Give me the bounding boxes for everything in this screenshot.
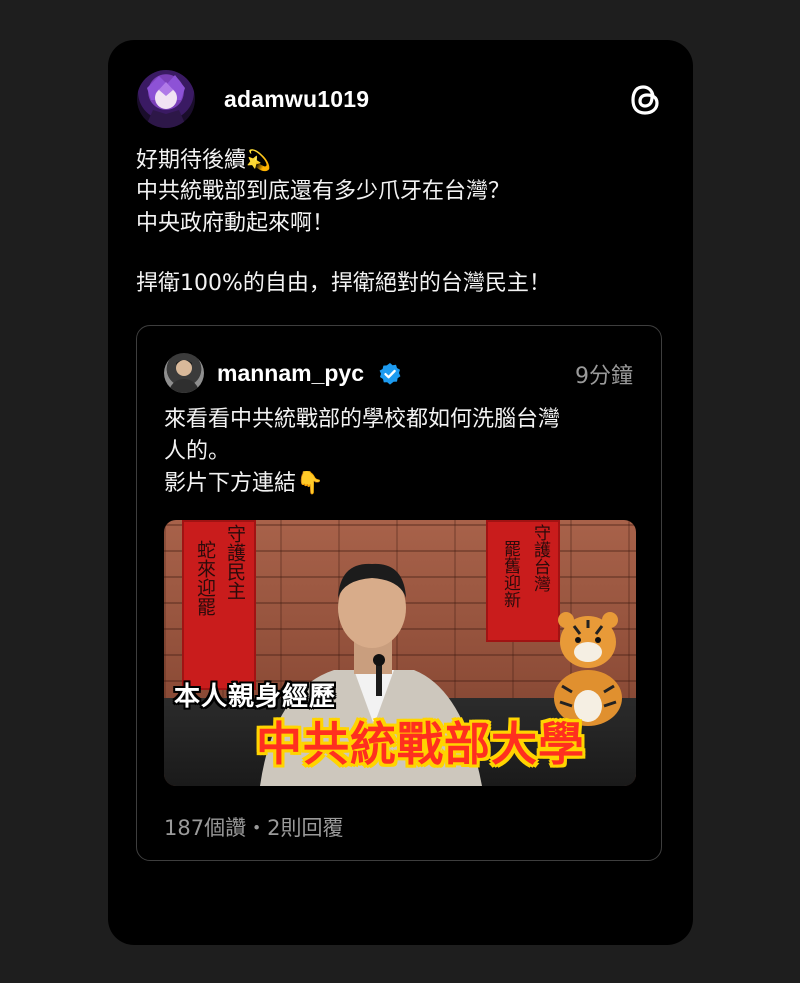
quoted-post-body: 來看看中共統戰部的學校都如何洗腦台灣 人的。 影片下方連結👇 bbox=[164, 404, 634, 500]
pointing-down-emoji-icon: 👇 bbox=[296, 471, 324, 496]
quoted-timestamp: 9分鐘 bbox=[575, 364, 633, 389]
verified-badge-icon bbox=[379, 363, 401, 385]
quoted-post[interactable]: mannam_pyc 9分鐘 來看看中共統戰部的學校都如何洗腦台灣 人的。 影片… bbox=[136, 325, 662, 861]
quoted-line: 來看看中共統戰部的學校都如何洗腦台灣 bbox=[164, 407, 561, 432]
video-thumbnail[interactable]: 守護民主 蛇來迎罷 守護台灣 罷舊迎新 本人親身經歷 中共統戰部大學 bbox=[164, 520, 636, 786]
post-line-blank bbox=[136, 240, 666, 268]
post-line-text: 好期待後續 bbox=[136, 148, 247, 173]
quoted-author-username[interactable]: mannam_pyc bbox=[217, 360, 364, 387]
quoted-line: 影片下方連結👇 bbox=[164, 468, 634, 500]
quoted-author-avatar[interactable] bbox=[164, 353, 204, 393]
author-username[interactable]: adamwu1019 bbox=[224, 86, 369, 113]
threads-logo-icon[interactable] bbox=[630, 82, 662, 118]
post-body: 好期待後續💫 中共統戰部到底還有多少爪牙在台灣？ 中央政府動起來啊！ 捍衛100… bbox=[136, 144, 666, 300]
quoted-line-text: 影片下方連結 bbox=[164, 471, 297, 496]
dizzy-emoji-icon: 💫 bbox=[246, 148, 271, 172]
post-line: 好期待後續💫 bbox=[136, 144, 666, 176]
post-line: 中共統戰部到底還有多少爪牙在台灣？ bbox=[136, 179, 511, 204]
post-line: 捍衛100%的自由，捍衛絕對的台灣民主！ bbox=[136, 271, 551, 296]
threads-post-card: adamwu1019 好期待後續💫 中共統戰部到底還有多少爪牙在台灣？ 中央政府… bbox=[108, 40, 693, 945]
person-avatar-image bbox=[168, 360, 200, 393]
engagement-stats[interactable]: 187個讚・2則回覆 bbox=[164, 812, 343, 842]
author-avatar[interactable] bbox=[137, 70, 195, 128]
post-line: 中央政府動起來啊！ bbox=[136, 211, 335, 236]
video-caption-title: 中共統戰部大學 bbox=[256, 717, 585, 771]
quoted-line: 人的。 bbox=[164, 439, 231, 464]
anime-avatar-image bbox=[145, 75, 187, 128]
